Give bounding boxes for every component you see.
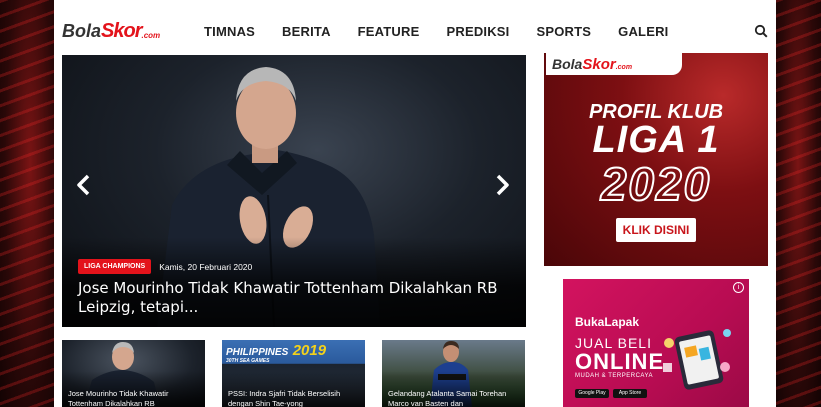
google-play-badge[interactable]: Google Play [575, 389, 609, 398]
hero-title[interactable]: Jose Mourinho Tidak Khawatir Tottenham D… [78, 279, 518, 317]
logo-part-bola: Bola [62, 20, 102, 41]
banner-country: PHILIPPINES [226, 347, 289, 358]
nav-item-prediksi[interactable]: PREDIKSI [446, 24, 509, 39]
ad-logo-com: .com [615, 63, 633, 71]
hero-meta: LIGA CHAMPIONS Kamis, 20 Februari 2020 [78, 259, 252, 274]
article-title[interactable]: PSSI: Indra Sjafri Tidak Berselisih deng… [228, 389, 362, 407]
ad-bukalapak[interactable]: i BukaLapak JUAL BELI ONLINE MUDAH & TER… [563, 279, 749, 407]
site-header: Bola Skor .com TIMNAS BERITA FEATURE PRE… [54, 8, 776, 54]
background-left [0, 0, 60, 407]
nav-item-feature[interactable]: FEATURE [358, 24, 420, 39]
nav-item-galeri[interactable]: GALERI [618, 24, 668, 39]
klik-disini-button[interactable]: KLIK DISINI [616, 218, 696, 242]
ad-line-tagline: MUDAH & TERPERCAYA [575, 373, 654, 379]
article-title[interactable]: Jose Mourinho Tidak Khawatir Tottenham D… [68, 389, 202, 407]
nav-item-timnas[interactable]: TIMNAS [204, 24, 255, 39]
article-title[interactable]: Gelandang Atalanta Samai Torehan Marco v… [388, 389, 522, 407]
main-nav: TIMNAS BERITA FEATURE PREDIKSI SPORTS GA… [204, 8, 695, 54]
category-badge[interactable]: LIGA CHAMPIONS [78, 259, 152, 274]
thumbnail-banner: PHILIPPINES 2019 30TH SEA GAMES [226, 342, 326, 364]
nav-item-berita[interactable]: BERITA [282, 24, 331, 39]
search-icon[interactable] [754, 24, 768, 38]
prev-slide-icon[interactable] [74, 173, 94, 197]
logo-part-skor: Skor [101, 19, 142, 42]
phone-illustration-icon [663, 329, 731, 390]
ad-info-icon[interactable]: i [733, 282, 744, 293]
hero-slider[interactable]: LIGA CHAMPIONS Kamis, 20 Februari 2020 J… [62, 55, 526, 327]
ad-logo-bola: Bola [552, 56, 583, 72]
hero-date: Kamis, 20 Februari 2020 [159, 261, 253, 272]
site-logo[interactable]: Bola Skor .com [62, 19, 172, 43]
ad-profil-klub[interactable]: Bola Skor .com PROFIL KLUB LIGA 1 2020 K… [544, 53, 768, 266]
page-container: Bola Skor .com TIMNAS BERITA FEATURE PRE… [54, 0, 776, 407]
next-slide-icon[interactable] [492, 173, 512, 197]
banner-year: 2019 [292, 342, 327, 359]
article-card[interactable]: Gelandang Atalanta Samai Torehan Marco v… [382, 340, 525, 407]
nav-item-sports[interactable]: SPORTS [537, 24, 592, 39]
article-card[interactable]: PHILIPPINES 2019 30TH SEA GAMES PSSI: In… [222, 340, 365, 407]
ad-logo: Bola Skor .com [546, 53, 682, 75]
app-store-badge[interactable]: App Store [613, 389, 647, 398]
logo-part-com: .com [141, 30, 161, 40]
ad-heading-year: 2020 [600, 157, 712, 211]
article-card[interactable]: Jose Mourinho Tidak Khawatir Tottenham D… [62, 340, 205, 407]
background-right [775, 0, 821, 407]
ad-line-online: ONLINE [575, 349, 665, 374]
ad-logo-skor: Skor [582, 55, 616, 73]
ad-heading-liga: LIGA 1 [592, 119, 720, 161]
ad-brand: BukaLapak [575, 315, 640, 329]
